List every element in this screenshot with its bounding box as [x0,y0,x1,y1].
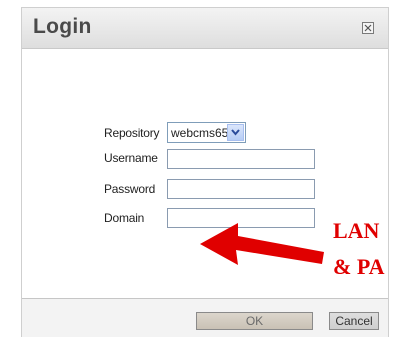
username-label: Username [104,151,158,165]
ok-button[interactable]: OK [196,312,313,330]
dialog-titlebar: Login [22,8,388,49]
annotation-line-2: & PA [333,254,385,279]
dialog-footer: OK Cancel [22,298,388,337]
username-field[interactable] [167,149,315,169]
repository-select-value: webcms65 [171,126,229,140]
dialog-title: Login [33,15,92,38]
annotation-line-1: LAN [333,218,380,243]
password-label: Password [104,182,156,196]
red-arrow-left-icon [200,223,324,265]
chevron-down-icon[interactable] [227,124,244,141]
login-dialog: Login Repository webcms65 Username Passw… [21,7,389,337]
cancel-button[interactable]: Cancel [329,312,379,330]
password-field[interactable] [167,179,315,199]
repository-select[interactable]: webcms65 [167,122,246,143]
close-icon[interactable] [362,22,374,34]
domain-label: Domain [104,211,145,225]
repository-label: Repository [104,126,160,140]
